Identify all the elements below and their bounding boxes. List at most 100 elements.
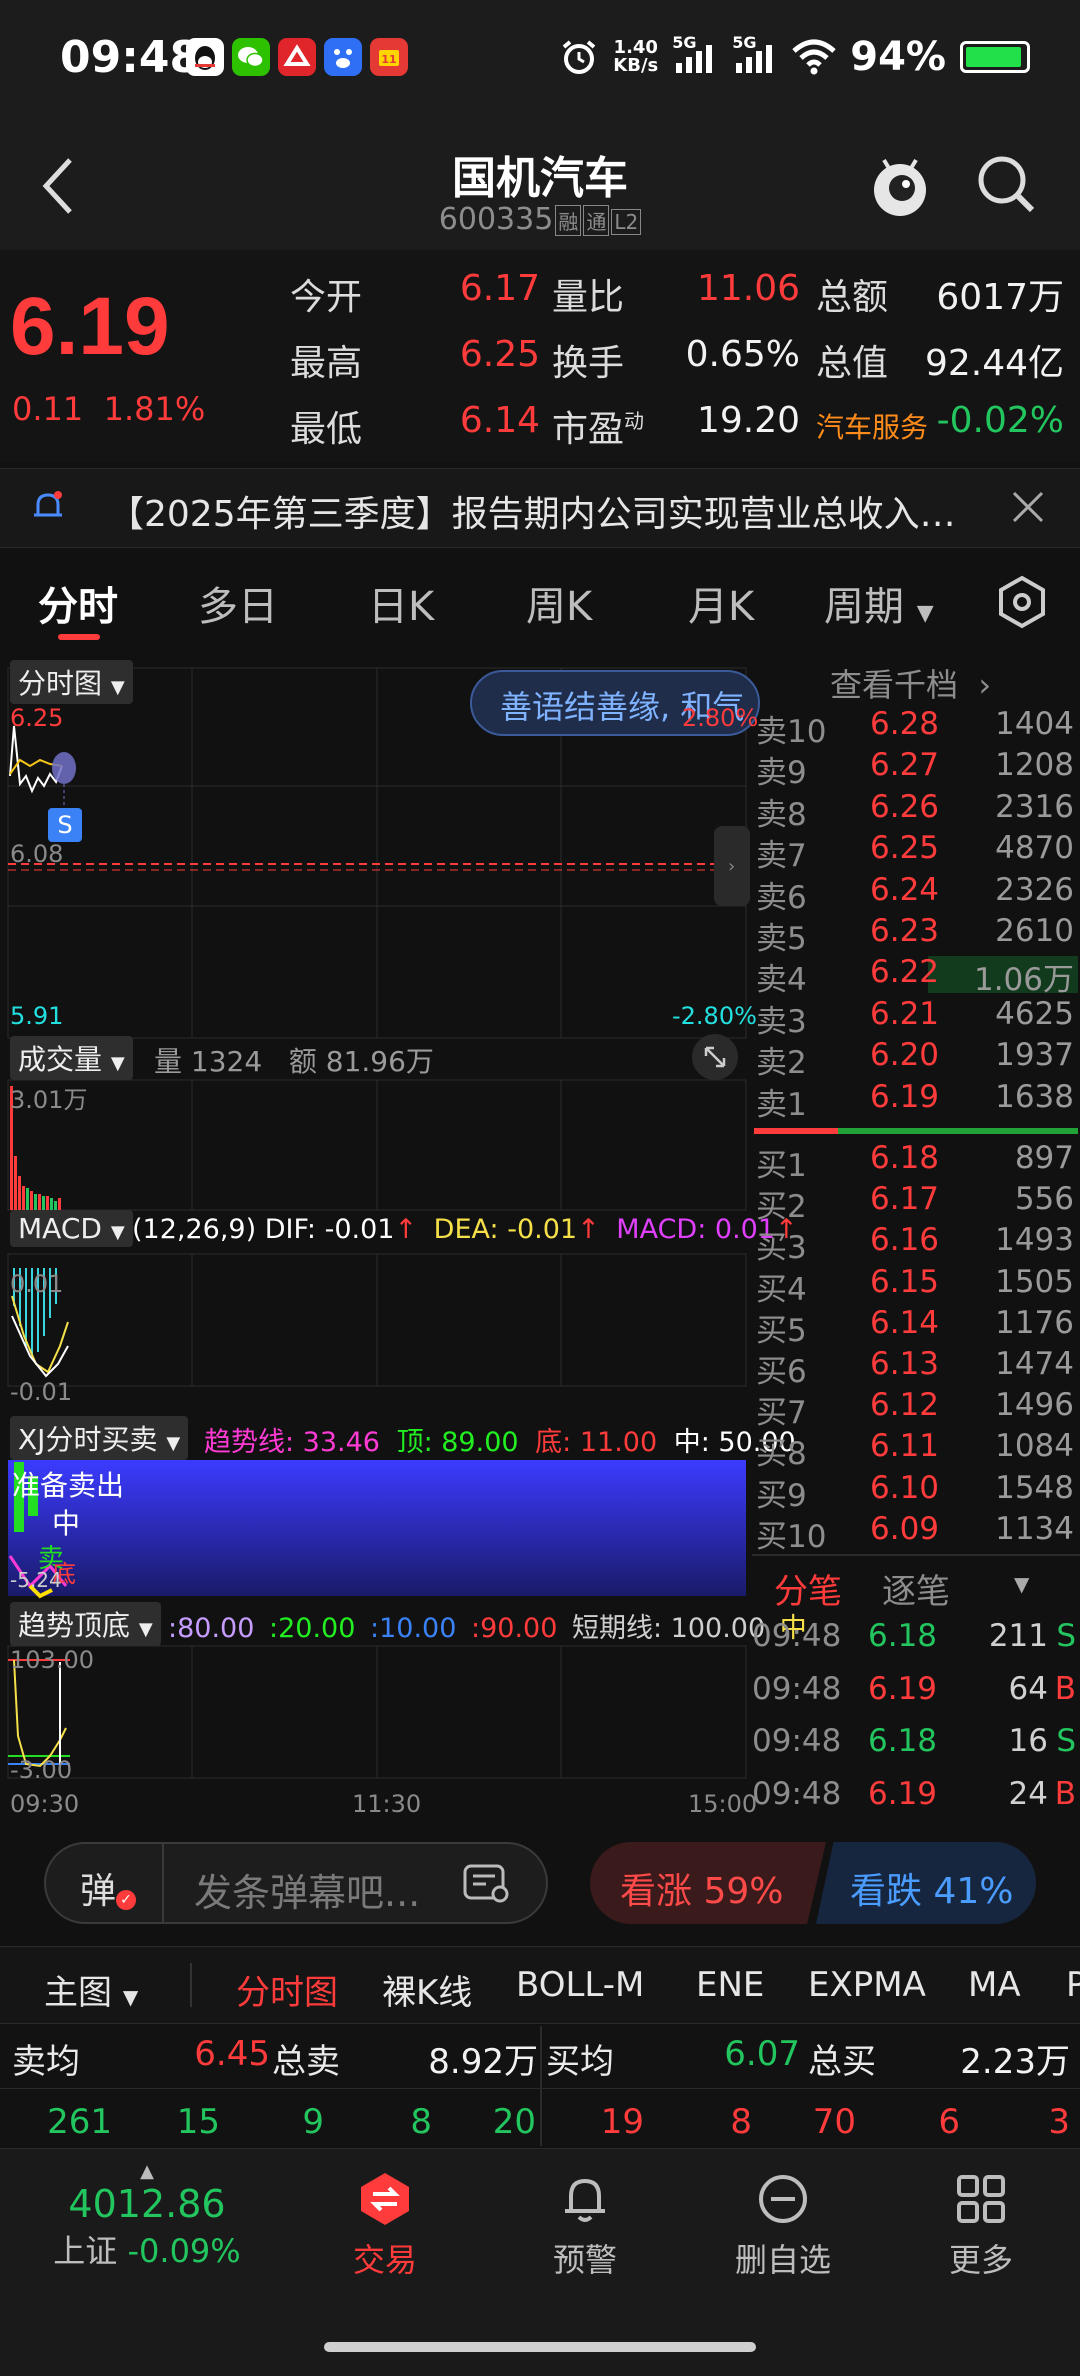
volume-selector[interactable]: 成交量 ▼ xyxy=(10,1036,133,1080)
tab-trade-by-trade[interactable]: 逐笔 xyxy=(882,1564,950,1613)
ask-level: 卖8 xyxy=(756,796,807,833)
tab-weekly-k[interactable]: 周K xyxy=(526,574,592,632)
indicator-expma[interactable]: EXPMA xyxy=(808,1965,926,2005)
grid-icon xyxy=(957,2175,1005,2223)
ask-row[interactable]: 卖10 6.28 1404 xyxy=(752,706,1080,750)
ask-price: 6.22 xyxy=(870,954,940,991)
buy-avg-label: 买均 xyxy=(546,2042,614,2082)
bid-price: 6.15 xyxy=(870,1263,940,1300)
tab-tick[interactable]: 分笔 xyxy=(774,1564,842,1613)
bid-row[interactable]: 买6 6.13 1474 xyxy=(752,1346,1080,1390)
close-icon[interactable] xyxy=(1008,487,1048,527)
indicator-ma[interactable]: MA xyxy=(968,1965,1021,2005)
buy-queue-count: 70 xyxy=(812,2102,856,2142)
ask-row[interactable]: 卖5 6.23 2610 xyxy=(752,913,1080,957)
bid-row[interactable]: 买9 6.10 1548 xyxy=(752,1470,1080,1514)
bid-price: 6.16 xyxy=(870,1222,940,1259)
nav-more[interactable]: 更多 xyxy=(906,2169,1056,2281)
ask-volume: 1404 xyxy=(995,706,1074,742)
index-ticker[interactable]: ▲ 4012.86 上证 -0.09% xyxy=(22,2161,272,2301)
turnover-label: 总额 xyxy=(816,277,889,318)
ask-level: 卖5 xyxy=(756,921,807,957)
xj-indicator-selector[interactable]: XJ分时买卖 ▼ xyxy=(10,1416,189,1460)
market-cap-value: 92.44亿 xyxy=(924,343,1064,384)
bid-row[interactable]: 买1 6.18 897 xyxy=(752,1140,1080,1184)
robot-assistant-icon[interactable] xyxy=(868,148,932,220)
indicator-ene[interactable]: ENE xyxy=(696,1965,764,2005)
ask-volume: 4625 xyxy=(995,995,1074,1032)
sentiment-vote: 看涨 59% 看跌 41% xyxy=(590,1842,1036,1924)
ask-volume: 2610 xyxy=(995,913,1074,949)
danmaku-toggle[interactable]: 弹 ✓ xyxy=(46,1844,164,1922)
chevron-down-icon: ▼ xyxy=(110,1222,125,1243)
ask-volume: 4870 xyxy=(995,830,1074,867)
chevron-right-icon: › xyxy=(978,666,992,704)
tab-intraday[interactable]: 分时 xyxy=(38,574,118,632)
trend-indicator-selector[interactable]: 趋势顶底 ▼ xyxy=(10,1602,161,1646)
vote-down-button[interactable]: 看跌 41% xyxy=(816,1842,1036,1924)
nav-alert[interactable]: 预警 xyxy=(510,2169,660,2281)
bid-level: 买3 xyxy=(756,1230,807,1267)
ask-row[interactable]: 卖4 6.22 1.06万 xyxy=(752,954,1080,998)
intraday-chart[interactable]: › 分时图 ▼ 善语结善缘, 和气 6.25 2.80% 6.08 5.91 -… xyxy=(0,656,807,1828)
main-chart-selector[interactable]: 分时图 ▼ xyxy=(10,660,133,704)
sell-marker[interactable]: S xyxy=(48,808,82,842)
buy-total-value: 2.23万 xyxy=(960,2042,1070,2082)
ask-row[interactable]: 卖7 6.25 4870 xyxy=(752,830,1080,874)
check-icon: ✓ xyxy=(116,1890,136,1910)
volume-axis-max: 3.01万 xyxy=(10,1086,88,1114)
macd-selector[interactable]: MACD ▼ xyxy=(10,1210,133,1247)
expand-icon[interactable] xyxy=(692,1034,738,1080)
bid-volume: 1474 xyxy=(995,1346,1074,1382)
ask-row[interactable]: 卖1 6.19 1638 xyxy=(752,1079,1080,1123)
nav-remove-watchlist[interactable]: 删自选 xyxy=(708,2169,858,2281)
indicator-boll-m[interactable]: BOLL-M xyxy=(516,1965,644,2005)
sell-total-label: 总卖 xyxy=(272,2042,340,2082)
nav-trade[interactable]: 交易 xyxy=(310,2169,460,2281)
ask-row[interactable]: 卖2 6.20 1937 xyxy=(752,1037,1080,1081)
indicator-more[interactable]: P xyxy=(1066,1965,1080,2005)
ask-row[interactable]: 卖8 6.26 2316 xyxy=(752,788,1080,833)
notice-bar[interactable]: 【2025年第三季度】报告期内公司实现营业总收入… xyxy=(0,468,1080,548)
bid-row[interactable]: 买7 6.12 1496 xyxy=(752,1387,1080,1431)
view-thousand-levels-link[interactable]: 查看千档 › xyxy=(830,660,991,706)
xj-values: 趋势线: 33.46 顶: 89.00 底: 11.00 中: 50.00 xyxy=(204,1427,796,1458)
bid-price: 6.09 xyxy=(870,1510,940,1547)
indicator-intraday[interactable]: 分时图 xyxy=(236,1965,338,2014)
bid-row[interactable]: 买10 6.09 1134 xyxy=(752,1510,1080,1555)
tab-monthly-k[interactable]: 月K xyxy=(688,574,754,632)
settings-hexagon-icon[interactable] xyxy=(994,574,1050,630)
tick-price: 6.18 xyxy=(868,1618,938,1654)
ask-row[interactable]: 卖6 6.24 2326 xyxy=(752,872,1080,916)
sell-queue-count: 20 xyxy=(492,2102,536,2142)
home-indicator[interactable] xyxy=(324,2342,756,2352)
bid-price: 6.12 xyxy=(870,1387,940,1424)
status-time: 09:48 xyxy=(60,32,201,83)
bid-level: 买5 xyxy=(756,1312,807,1349)
ask-row[interactable]: 卖3 6.21 4625 xyxy=(752,995,1080,1040)
bid-row[interactable]: 买3 6.16 1493 xyxy=(752,1222,1080,1266)
tick-price: 6.19 xyxy=(868,1670,938,1707)
bid-volume: 1493 xyxy=(995,1222,1074,1259)
main-chart-menu[interactable]: 主图 ▼ xyxy=(44,1965,138,2014)
tab-multi-day[interactable]: 多日 xyxy=(198,574,278,632)
search-icon[interactable] xyxy=(974,152,1038,216)
turnover-rate-value: 0.65% xyxy=(685,334,800,375)
bid-row[interactable]: 买8 6.11 1084 xyxy=(752,1428,1080,1472)
signal-icon-2: 5G xyxy=(732,33,778,77)
net-speed: 1.40 KB/s xyxy=(613,37,659,76)
ask-row[interactable]: 卖9 6.27 1208 xyxy=(752,747,1080,791)
ask-volume: 2316 xyxy=(995,788,1074,825)
danmaku-settings-icon[interactable] xyxy=(462,1862,512,1906)
bid-row[interactable]: 买2 6.17 556 xyxy=(752,1181,1080,1225)
danmaku-input-box[interactable]: 弹 ✓ 发条弹幕吧... xyxy=(44,1842,548,1924)
vote-up-button[interactable]: 看涨 59% xyxy=(590,1842,826,1924)
tab-daily-k[interactable]: 日K xyxy=(368,574,434,632)
tab-period[interactable]: 周期 ▼ xyxy=(824,574,934,632)
tick-volume: 211 xyxy=(988,1618,1048,1654)
bid-row[interactable]: 买4 6.15 1505 xyxy=(752,1263,1080,1308)
chevron-down-icon[interactable]: ▼ xyxy=(1014,1572,1029,1596)
indicator-naked-k[interactable]: 裸K线 xyxy=(382,1965,472,2014)
bid-row[interactable]: 买5 6.14 1176 xyxy=(752,1305,1080,1349)
bell-icon xyxy=(565,2178,605,2222)
